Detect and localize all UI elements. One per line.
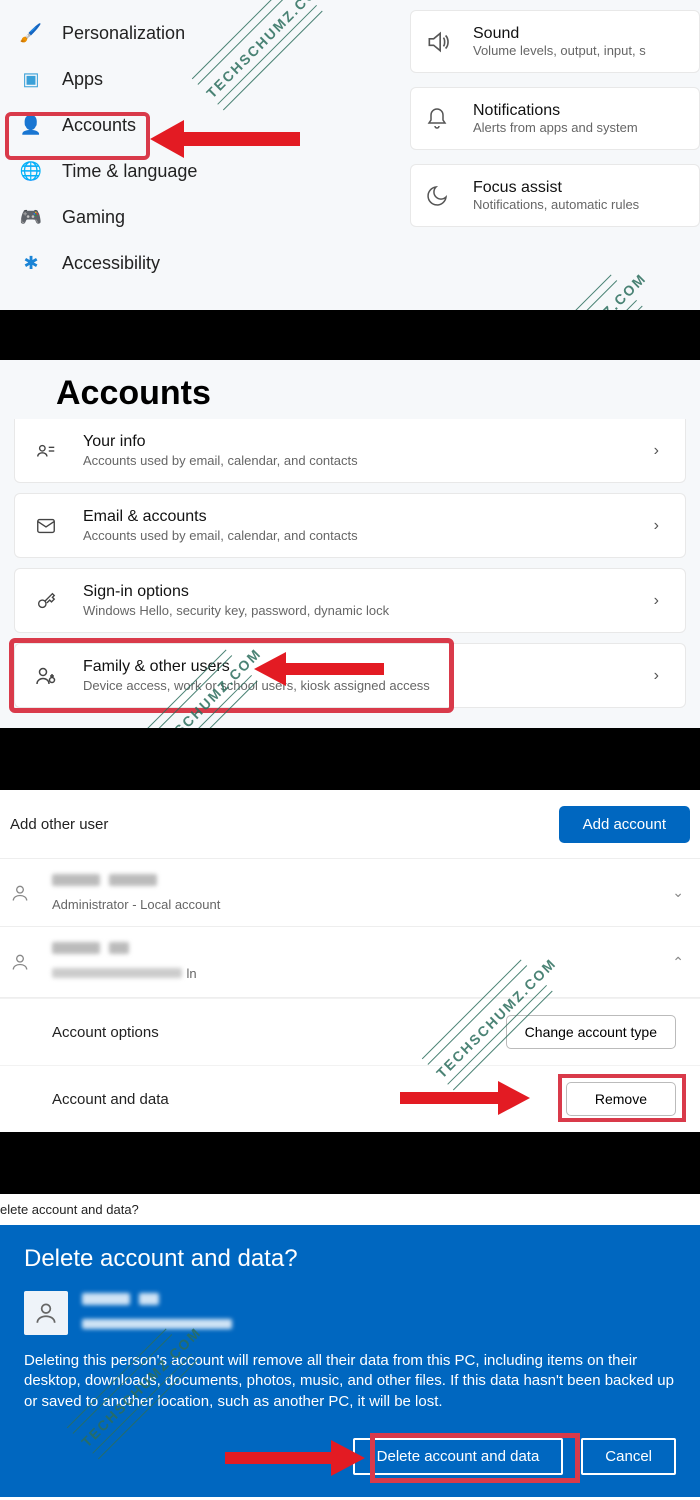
family-icon: [33, 664, 59, 688]
bell-icon: [425, 107, 455, 131]
sidebar-item-gaming[interactable]: 🎮 Gaming: [0, 194, 400, 240]
nav-icon: ✱: [20, 252, 42, 274]
add-other-user-label: Add other user: [10, 816, 108, 833]
person-card-icon: [33, 440, 59, 462]
divider: [0, 310, 700, 360]
chevron-right-icon: ›: [654, 442, 667, 460]
mail-icon: [33, 515, 59, 537]
delete-dialog: Delete account and data? Deleting this p…: [0, 1225, 700, 1497]
sidebar-item-label: Apps: [62, 69, 103, 90]
divider: [0, 1132, 700, 1192]
accounts-row-your-info[interactable]: Your info Accounts used by email, calend…: [14, 419, 686, 483]
person-icon: [10, 883, 34, 903]
divider: [0, 728, 700, 788]
row-title: Sign-in options: [83, 583, 389, 601]
dialog-body: Deleting this person's account will remo…: [24, 1351, 676, 1412]
accounts-row-email-accounts[interactable]: Email & accounts Accounts used by email,…: [14, 493, 686, 558]
moon-icon: [425, 184, 455, 208]
row-desc: Device access, work or school users, kio…: [83, 678, 430, 693]
nav-icon: 🌐: [20, 160, 42, 182]
user-row[interactable]: Administrator - Local account ⌄: [0, 858, 700, 927]
accounts-row-sign-in-options[interactable]: Sign-in options Windows Hello, security …: [14, 568, 686, 633]
nav-icon: 🎮: [20, 206, 42, 228]
account-and-data-label: Account and data: [52, 1091, 169, 1108]
card-sub: Notifications, automatic rules: [473, 197, 639, 212]
person-icon: [10, 952, 34, 972]
dialog-titlebar: elete account and data?: [0, 1194, 700, 1225]
account-options-label: Account options: [52, 1024, 159, 1041]
chevron-down-icon: ⌄: [672, 884, 690, 901]
sidebar-item-label: Accounts: [62, 115, 136, 136]
sidebar-item-apps[interactable]: ▣ Apps: [0, 56, 400, 102]
card-sub: Volume levels, output, input, s: [473, 43, 646, 58]
remove-button[interactable]: Remove: [566, 1082, 676, 1116]
cancel-button[interactable]: Cancel: [581, 1438, 676, 1475]
card-sub: Alerts from apps and system: [473, 120, 638, 135]
user-row[interactable]: ln ⌃: [0, 926, 700, 998]
sidebar-item-time-language[interactable]: 🌐 Time & language: [0, 148, 400, 194]
nav-icon: ▣: [20, 68, 42, 90]
nav-icon: 👤: [20, 114, 42, 136]
row-desc: Windows Hello, security key, password, d…: [83, 603, 389, 618]
sidebar-item-accessibility[interactable]: ✱ Accessibility: [0, 240, 400, 286]
chevron-up-icon: ⌃: [672, 954, 690, 971]
sidebar-item-accounts[interactable]: 👤 Accounts: [0, 102, 400, 148]
row-title: Family & other users: [83, 658, 430, 676]
row-desc: Accounts used by email, calendar, and co…: [83, 528, 358, 543]
watermark: TECHSCHUMZ.COM: [509, 256, 664, 310]
sidebar-item-label: Personalization: [62, 23, 185, 44]
user-sub: Administrator - Local account: [52, 897, 220, 912]
sidebar-item-label: Gaming: [62, 207, 125, 228]
row-desc: Accounts used by email, calendar, and co…: [83, 453, 358, 468]
sidebar-item-personalization[interactable]: 🖌️ Personalization: [0, 10, 400, 56]
avatar: [24, 1291, 68, 1335]
dialog-heading: Delete account and data?: [24, 1245, 676, 1273]
settings-card-notifications[interactable]: Notifications Alerts from apps and syste…: [410, 87, 700, 150]
card-title: Focus assist: [473, 179, 639, 197]
card-title: Sound: [473, 25, 646, 43]
chevron-right-icon: ›: [654, 667, 667, 685]
row-title: Email & accounts: [83, 508, 358, 526]
accounts-row-family-other-users[interactable]: Family & other users Device access, work…: [14, 643, 686, 708]
chevron-right-icon: ›: [654, 592, 667, 610]
row-title: Your info: [83, 433, 358, 451]
sound-icon: [425, 29, 455, 55]
nav-icon: 🖌️: [20, 22, 42, 44]
settings-card-sound[interactable]: Sound Volume levels, output, input, s: [410, 10, 700, 73]
sidebar-item-label: Time & language: [62, 161, 197, 182]
add-account-button[interactable]: Add account: [559, 806, 690, 843]
page-title: Accounts: [0, 360, 700, 419]
sidebar-item-label: Accessibility: [62, 253, 160, 274]
change-account-type-button[interactable]: Change account type: [506, 1015, 676, 1049]
card-title: Notifications: [473, 102, 638, 120]
key-icon: [33, 590, 59, 612]
delete-confirm-button[interactable]: Delete account and data: [353, 1438, 564, 1475]
settings-card-focus-assist[interactable]: Focus assist Notifications, automatic ru…: [410, 164, 700, 227]
chevron-right-icon: ›: [654, 517, 667, 535]
